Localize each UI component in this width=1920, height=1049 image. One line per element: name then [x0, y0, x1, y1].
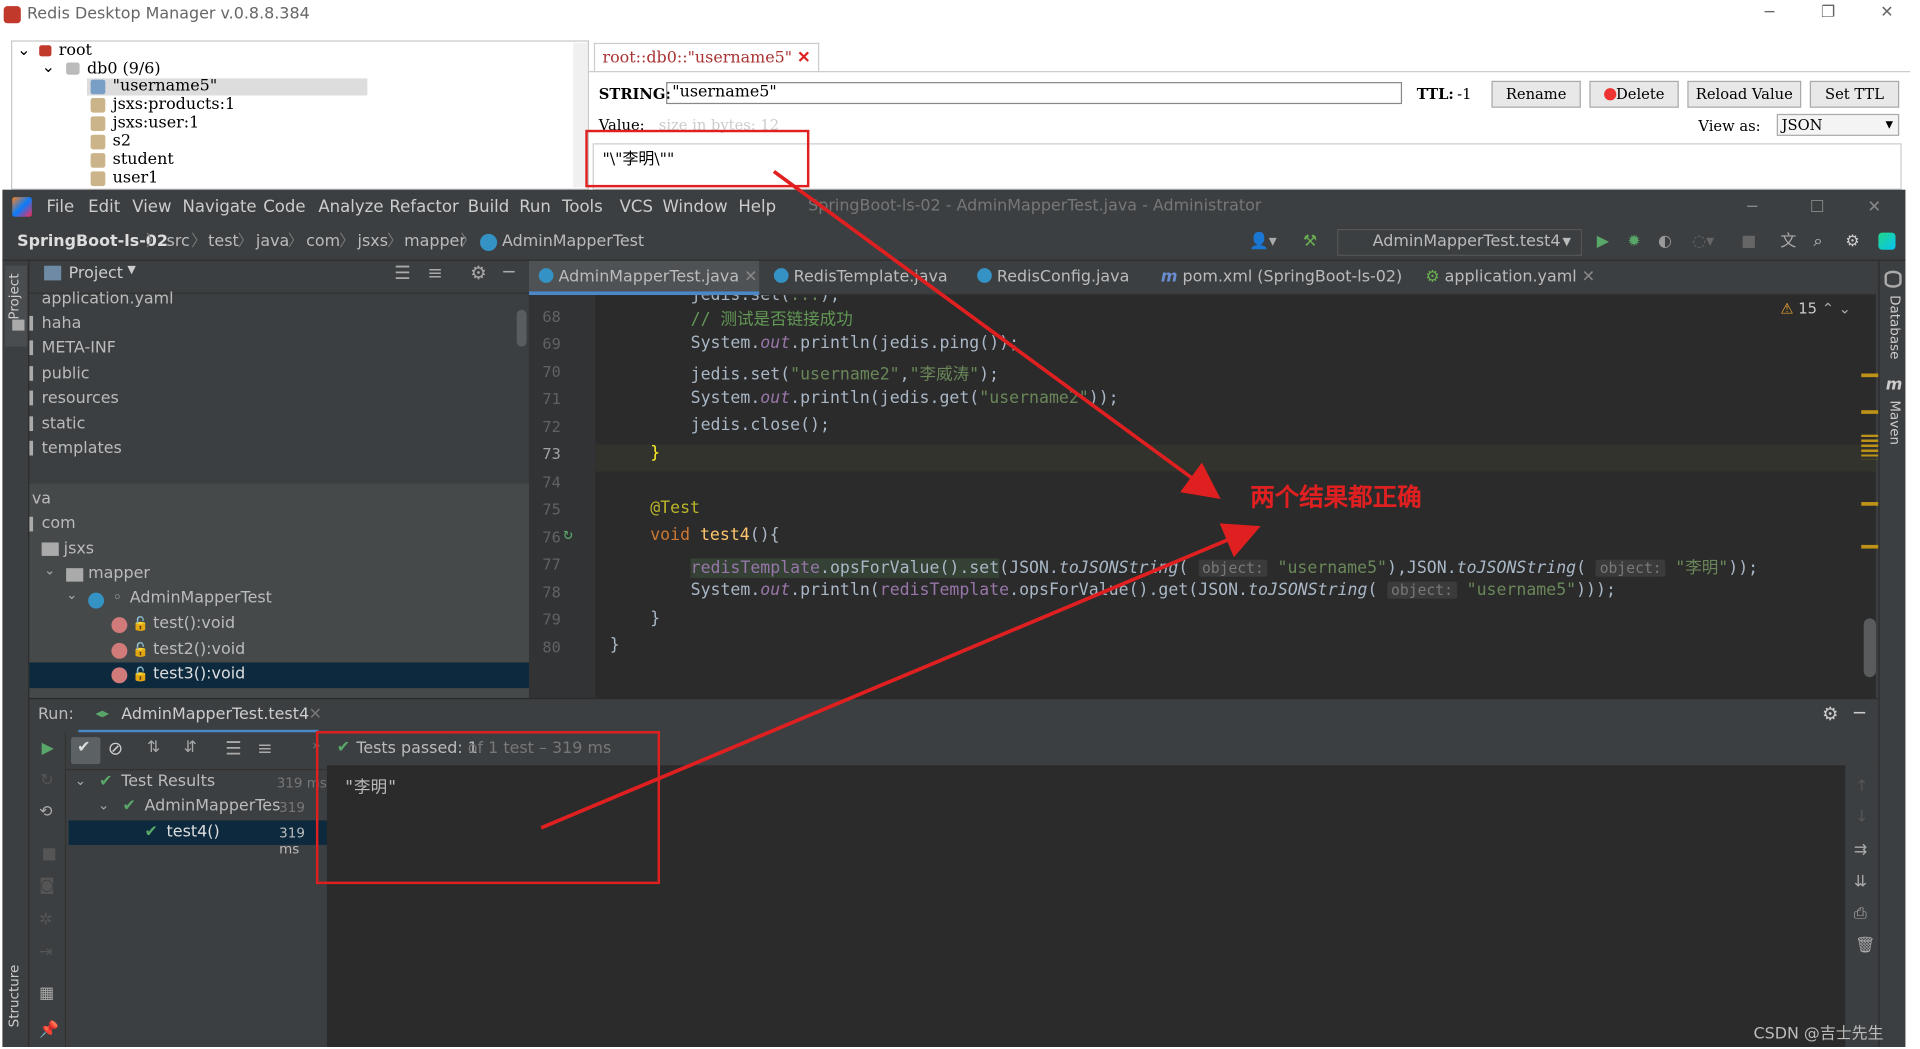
arrow-from-console — [540, 523, 1261, 830]
annotation-label: 两个结果都正确 — [1250, 482, 1422, 512]
annotation-arrows — [540, 169, 1261, 830]
watermark: CSDN @吉士先生 — [1753, 1024, 1884, 1044]
arrow-from-redis — [772, 169, 1221, 500]
